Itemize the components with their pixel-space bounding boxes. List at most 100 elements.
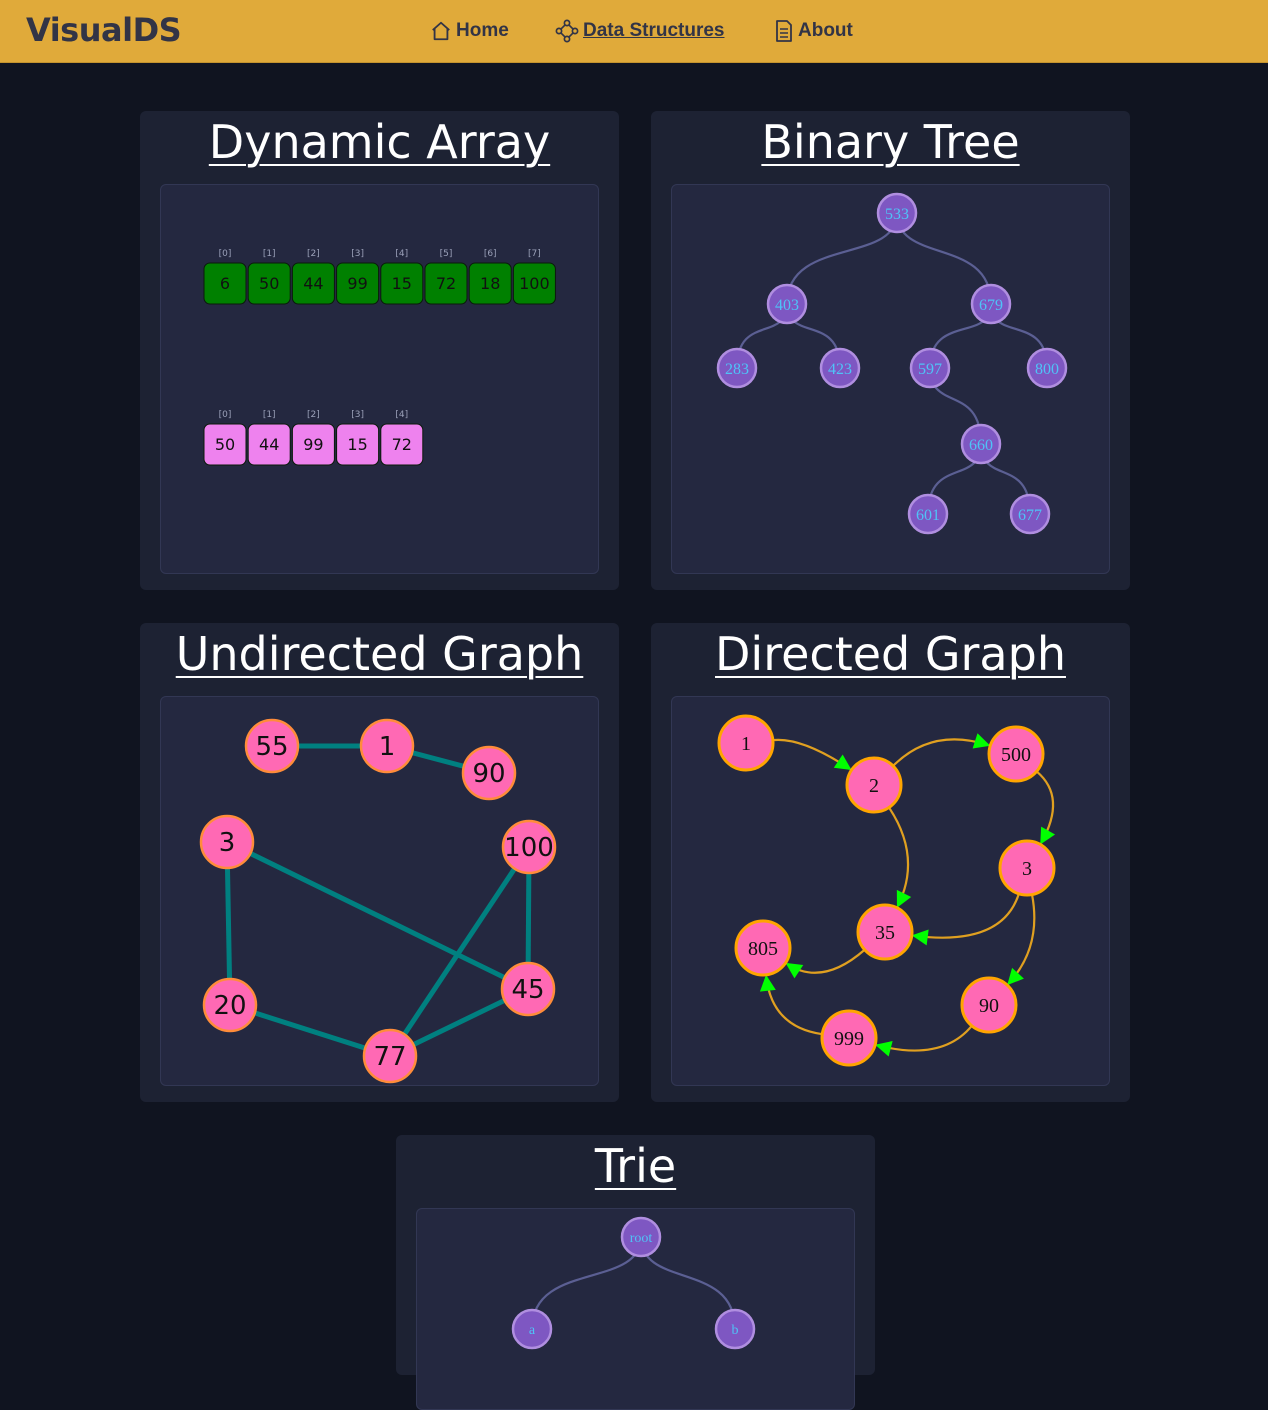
tree-node[interactable]: a <box>511 1308 553 1350</box>
dynamic-array-card: Dynamic Array [0] 6 [1] 50 [2] 44 [3] 99 [4] 15 [5… <box>140 111 619 590</box>
trie-title[interactable]: Trie <box>396 1139 875 1193</box>
tree-node[interactable]: root <box>620 1216 662 1258</box>
array-value: 44 <box>303 274 323 293</box>
digraph-node[interactable]: 999 <box>820 1009 878 1067</box>
array-cell: [0] 50 <box>203 410 247 466</box>
array-cell: [0] 6 <box>203 249 247 305</box>
array-index: [2] <box>307 410 320 420</box>
array-cell: [1] 44 <box>247 410 291 466</box>
nav-about-link[interactable]: About <box>774 19 853 43</box>
arrowhead-icon <box>1007 967 1024 986</box>
tree-node[interactable]: 800 <box>1026 347 1068 389</box>
digraph-node-label: 1 <box>741 733 751 755</box>
array-value: 50 <box>259 274 279 293</box>
undirected-graph-title[interactable]: Undirected Graph <box>140 627 619 681</box>
array-value: 72 <box>392 435 412 454</box>
brand-logo[interactable]: VisualDS <box>26 11 182 49</box>
array-index: [2] <box>307 249 320 259</box>
tree-node[interactable]: 423 <box>819 347 861 389</box>
digraph-node[interactable]: 90 <box>960 976 1018 1034</box>
tree-node[interactable]: 677 <box>1009 493 1051 535</box>
tree-node[interactable]: b <box>714 1308 756 1350</box>
directed-graph-visualization: 1 2 500 3 35 805 90 999 <box>717 714 1056 1067</box>
digraph-node[interactable]: 3 <box>998 839 1056 897</box>
tree-node[interactable]: 283 <box>716 347 758 389</box>
arrowhead-icon <box>972 733 991 749</box>
graph-node[interactable]: 45 <box>500 961 556 1017</box>
digraph-node[interactable]: 2 <box>845 756 903 814</box>
tree-node[interactable]: 597 <box>909 347 951 389</box>
binary-tree-title[interactable]: Binary Tree <box>651 115 1130 169</box>
array-index: [7] <box>528 249 541 259</box>
tree-node[interactable]: 660 <box>960 423 1002 465</box>
array-index: [5] <box>440 249 453 259</box>
arrowhead-icon <box>911 929 929 946</box>
graph-node[interactable]: 3 <box>199 814 255 870</box>
array-value: 18 <box>480 274 500 293</box>
digraph-node-label: 2 <box>869 775 879 797</box>
graph-node-label: 3 <box>219 828 236 858</box>
digraph-node-label: 500 <box>1001 744 1031 766</box>
array-value: 100 <box>519 274 550 293</box>
tree-node[interactable]: 403 <box>766 283 808 325</box>
array-index: [1] <box>263 249 276 259</box>
binary-tree-card: Binary Tree 533 403 679 283 423 597 800 660 601 6… <box>651 111 1130 590</box>
trie-card: Trie root a b <box>396 1135 875 1410</box>
nav-data-structures-link[interactable]: Data Structures <box>555 19 725 43</box>
nav-home-link[interactable]: Home <box>430 19 509 43</box>
array-cell: [2] 44 <box>291 249 335 305</box>
array-value: 15 <box>392 274 412 293</box>
array-cell: [4] 72 <box>380 410 424 466</box>
array-cell: [7] 100 <box>512 249 556 305</box>
array-index: [3] <box>351 410 364 420</box>
array-cell: [6] 18 <box>468 249 512 305</box>
graph-node-label: 45 <box>511 975 544 1005</box>
tree-node-label: 533 <box>885 206 909 223</box>
digraph-node-label: 90 <box>979 995 999 1017</box>
dynamic-array-visualization: [0] 6 [1] 50 [2] 44 [3] 99 [4] 15 [5] 72 [6] 18 [7] 100… <box>203 249 556 466</box>
tree-node-label: 597 <box>918 361 942 378</box>
graph-node[interactable]: 20 <box>202 977 258 1033</box>
digraph-node[interactable]: 1 <box>717 714 775 772</box>
nav-home-label: Home <box>456 20 509 41</box>
graph-node[interactable]: 77 <box>362 1028 418 1084</box>
graph-node[interactable]: 1 <box>359 718 415 774</box>
tree-node[interactable]: 533 <box>876 192 918 234</box>
undirected-graph-canvas: 55 1 90 3 100 20 45 77 <box>160 696 599 1086</box>
graph-nodes-icon <box>555 19 579 43</box>
digraph-edge <box>913 893 1020 939</box>
graph-node[interactable]: 55 <box>244 718 300 774</box>
tree-node-label: 423 <box>828 361 852 378</box>
digraph-node-label: 35 <box>875 922 895 944</box>
tree-node-label: 660 <box>969 437 993 454</box>
tree-node-label: 403 <box>775 297 799 314</box>
digraph-edge <box>765 976 823 1036</box>
tree-node[interactable]: 601 <box>907 493 949 535</box>
array-cell: [2] 99 <box>291 410 335 466</box>
array-value: 6 <box>220 274 230 293</box>
array-cell: [4] 15 <box>380 249 424 305</box>
digraph-node[interactable]: 500 <box>987 725 1045 783</box>
top-navbar: VisualDS Home Data Structures About <box>0 0 1268 63</box>
graph-node[interactable]: 90 <box>461 745 517 801</box>
tree-edge <box>530 1236 643 1330</box>
digraph-node-label: 999 <box>834 1028 864 1050</box>
digraph-node[interactable]: 35 <box>856 903 914 961</box>
arrowhead-icon <box>875 1040 893 1057</box>
document-icon <box>776 20 792 42</box>
array-value: 72 <box>436 274 456 293</box>
array-cell: [1] 50 <box>247 249 291 305</box>
tree-node-label: 679 <box>979 297 1003 314</box>
digraph-node[interactable]: 805 <box>734 919 792 977</box>
tree-node-label: 800 <box>1035 361 1059 378</box>
nav-about-label: About <box>798 20 853 41</box>
array-cell: [3] 15 <box>336 410 380 466</box>
directed-graph-title[interactable]: Directed Graph <box>651 627 1130 681</box>
arrowhead-icon <box>833 754 852 771</box>
nav-data-structures-label: Data Structures <box>583 20 725 41</box>
graph-node[interactable]: 100 <box>501 819 557 875</box>
array-value: 99 <box>347 274 367 293</box>
tree-node[interactable]: 679 <box>970 283 1012 325</box>
dynamic-array-title[interactable]: Dynamic Array <box>140 115 619 169</box>
array-value: 99 <box>303 435 323 454</box>
